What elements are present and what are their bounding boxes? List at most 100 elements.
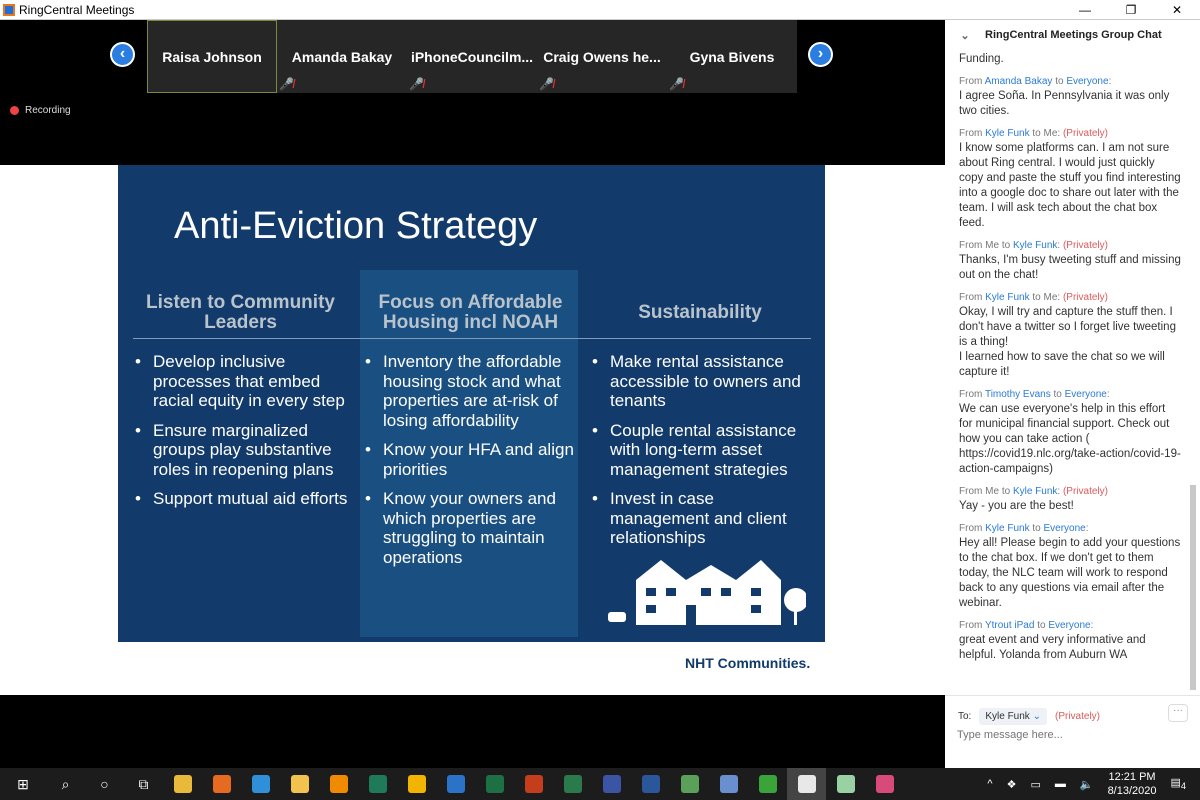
from-label: From <box>959 486 983 497</box>
slide-column-1: Listen to Community Leaders Develop incl… <box>133 285 348 519</box>
notifications-button[interactable]: ▤4 <box>1171 776 1187 791</box>
private-tag: (Privately) <box>1062 128 1108 139</box>
clock[interactable]: 12:21 PM 8/13/2020 <box>1108 770 1157 798</box>
chat-message: From Kyle Funk to Everyone: Hey all! Ple… <box>959 523 1181 611</box>
participant-tile[interactable]: Raisa Johnson <box>147 20 277 93</box>
word-icon[interactable] <box>631 768 670 800</box>
bullet: Develop inclusive processes that embed r… <box>133 352 348 411</box>
bullet: Ensure marginalized groups play substant… <box>133 421 348 480</box>
bullet: Make rental assistance accessible to own… <box>590 352 810 411</box>
close-button[interactable]: ✕ <box>1154 0 1200 20</box>
cortana-icon[interactable]: ○ <box>85 768 124 800</box>
message-meta: From Ytrout iPad to Everyone: <box>959 620 1094 631</box>
excel-icon[interactable] <box>475 768 514 800</box>
edge-icon[interactable] <box>241 768 280 800</box>
message-input[interactable] <box>957 729 1177 741</box>
chat-message: From Kyle Funk to Me: (Privately) I know … <box>959 128 1181 231</box>
firefox-icon[interactable] <box>202 768 241 800</box>
powerpoint-icon[interactable] <box>514 768 553 800</box>
volume-icon[interactable]: 🔈 <box>1080 778 1094 791</box>
shared-screen: Anti-Eviction Strategy Listen to Communi… <box>0 165 945 695</box>
private-tag: (Privately) <box>1062 292 1108 303</box>
participant-tile[interactable]: Craig Owens he... 🎤̸ <box>537 20 667 93</box>
recipient[interactable]: Everyone <box>1066 76 1108 87</box>
task-view-icon[interactable]: ⧉ <box>124 768 163 800</box>
message-text: Okay, I will try and capture the stuff t… <box>959 306 1176 378</box>
participant-tile[interactable]: Amanda Bakay 🎤̸ <box>277 20 407 93</box>
message-text: Hey all! Please begin to add your questi… <box>959 537 1181 609</box>
restore-button[interactable]: ❐ <box>1108 0 1154 20</box>
chat-scrollbar[interactable] <box>1190 55 1198 695</box>
recipient-select[interactable]: Kyle Funk ⌄ <box>979 708 1047 725</box>
chat-messages: Funding. From Amanda Bakay to Everyone: … <box>959 52 1181 688</box>
chat-message: From Me to Kyle Funk: (Privately) Thanks,… <box>959 240 1181 283</box>
prev-participants-button[interactable]: ‹ <box>110 42 135 67</box>
collapse-chat-icon[interactable]: ⌄ <box>945 29 985 42</box>
sender[interactable]: Kyle Funk <box>985 128 1029 139</box>
media-icon[interactable] <box>397 768 436 800</box>
next-participants-button[interactable]: › <box>808 42 833 67</box>
column-heading: Listen to Community Leaders <box>146 291 335 333</box>
ringcentral-icon[interactable] <box>787 768 826 800</box>
bullet: Couple rental assistance with long-term … <box>590 421 810 480</box>
participant-tile[interactable]: iPhoneCouncilm... 🎤̸ <box>407 20 537 93</box>
message-text: We can use everyone's help in this effor… <box>959 403 1181 475</box>
sender[interactable]: Kyle Funk <box>985 292 1029 303</box>
from-label: From <box>959 240 983 251</box>
dropbox-icon[interactable]: ❖ <box>1007 778 1017 791</box>
message-text: great event and very informative and hel… <box>959 634 1146 661</box>
paint-icon[interactable] <box>826 768 865 800</box>
chrome-icon[interactable] <box>163 768 202 800</box>
slack-icon[interactable] <box>865 768 904 800</box>
file-explorer-icon[interactable] <box>280 768 319 800</box>
photos-icon[interactable] <box>436 768 475 800</box>
sender[interactable]: Kyle Funk <box>985 523 1029 534</box>
recipient[interactable]: Everyone <box>1044 523 1086 534</box>
muted-mic-icon: 🎤̸ <box>279 77 294 91</box>
chat-compose: To: Kyle Funk ⌄ (Privately) ··· <box>945 695 1200 768</box>
participant-name: Raisa Johnson <box>162 48 262 65</box>
to-word: to <box>1037 620 1046 631</box>
show-hidden-icons[interactable]: ^ <box>987 778 992 790</box>
recipient[interactable]: Kyle Funk <box>1013 486 1057 497</box>
recipient[interactable]: Everyone <box>1048 620 1090 631</box>
recipient[interactable]: Kyle Funk <box>1013 240 1057 251</box>
chat-message: From Ytrout iPad to Everyone: great even… <box>959 620 1181 663</box>
display-icon[interactable]: ▭ <box>1030 778 1040 791</box>
recipient[interactable]: Everyone <box>1065 389 1107 400</box>
to-word: to <box>1053 389 1062 400</box>
sender[interactable]: Ytrout iPad <box>985 620 1034 631</box>
search-icon[interactable]: ⌕ <box>46 768 85 800</box>
network-icon[interactable] <box>670 768 709 800</box>
participant-tile[interactable]: Gyna Bivens 🎤̸ <box>667 20 797 93</box>
project-icon[interactable] <box>553 768 592 800</box>
recipient-value: Kyle Funk <box>985 711 1030 722</box>
muted-mic-icon: 🎤̸ <box>669 77 684 91</box>
camtasia-icon[interactable] <box>748 768 787 800</box>
message-text: Yay - you are the best! <box>959 500 1074 512</box>
time: 12:21 PM <box>1108 771 1156 783</box>
sender[interactable]: Timothy Evans <box>985 389 1051 400</box>
remote-desktop-icon[interactable] <box>709 768 748 800</box>
chat-title: RingCentral Meetings Group Chat <box>985 29 1162 41</box>
chat-header: ⌄ RingCentral Meetings Group Chat <box>945 20 1200 50</box>
slide: Anti-Eviction Strategy Listen to Communi… <box>118 165 825 642</box>
start-button[interactable]: ⊞ <box>0 768 46 800</box>
notification-count: 4 <box>1180 781 1186 792</box>
to-word: to <box>1032 128 1041 139</box>
minimize-button[interactable]: — <box>1062 0 1108 20</box>
sender[interactable]: Amanda Bakay <box>985 76 1053 87</box>
from-label: From <box>959 128 983 139</box>
publisher-icon[interactable] <box>358 768 397 800</box>
from-label: From <box>959 76 983 87</box>
to-label: To: <box>958 711 972 722</box>
vlc-icon[interactable] <box>319 768 358 800</box>
to-word: to <box>1001 240 1011 251</box>
visio-icon[interactable] <box>592 768 631 800</box>
more-options-button[interactable]: ··· <box>1168 704 1188 722</box>
to-word: to <box>1055 76 1064 87</box>
participant-name: Gyna Bivens <box>689 48 775 65</box>
battery-icon[interactable]: ▬ <box>1055 778 1066 790</box>
scrollbar-thumb[interactable] <box>1190 485 1196 690</box>
recording-icon <box>10 106 19 115</box>
